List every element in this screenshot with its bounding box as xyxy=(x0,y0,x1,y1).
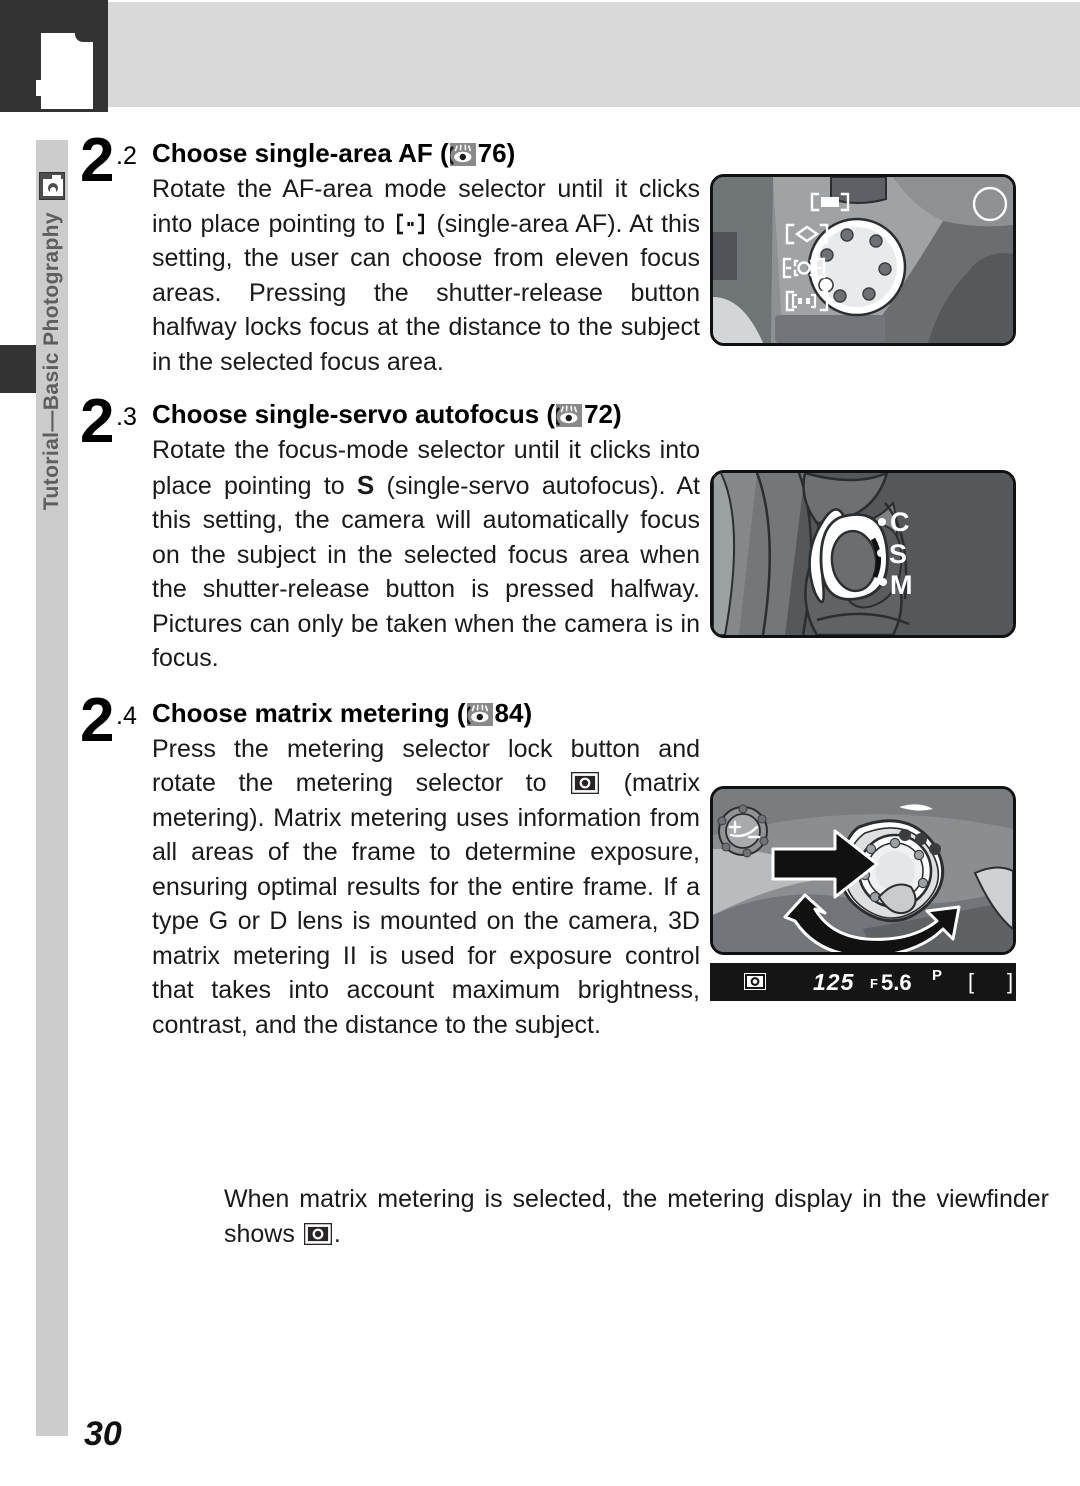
step-title: Choose single-servo autofocus ( 72) xyxy=(152,397,700,431)
eye-reference-icon xyxy=(449,143,476,166)
focus-label-s: S xyxy=(889,539,907,569)
step-title-page: 76 xyxy=(477,138,507,168)
step-title-page: 84 xyxy=(494,697,524,728)
page-corner-glyph-icon xyxy=(36,33,93,109)
content-column: 2 .2 Choose single-area AF (76) Rotate t… xyxy=(80,130,700,1052)
chapter-label: Tutorial—Basic Photography xyxy=(36,212,68,812)
metering-selector-photo xyxy=(710,786,1016,955)
aperture-value: 5.6 xyxy=(881,970,912,995)
header-gray-bar xyxy=(108,2,1080,107)
step-text-part2: (single-servo autofocus). At this settin… xyxy=(152,471,700,673)
frame-count-bracket-right: ] xyxy=(1007,969,1014,994)
focus-label-m: M xyxy=(890,570,913,600)
page-number: 30 xyxy=(84,1415,122,1453)
focus-label-c: C xyxy=(890,507,910,537)
chapter-label-text: Tutorial—Basic Photography xyxy=(40,212,63,511)
step-text-part2: (matrix metering). Matrix metering uses … xyxy=(152,769,701,1039)
camera-icon xyxy=(39,172,65,200)
step-title-suffix: ) xyxy=(613,399,622,429)
frame-count-bracket-left: [ xyxy=(968,969,975,994)
step-text: Rotate the AF-area mode selector until i… xyxy=(152,172,700,379)
step-title-prefix: Choose single-area AF ( xyxy=(152,138,449,168)
step-substep: .4 xyxy=(116,701,137,730)
closing-part1: When matrix metering is selected, the me… xyxy=(224,1185,1049,1248)
step-title-prefix: Choose matrix metering ( xyxy=(152,697,466,728)
header-dark-block xyxy=(0,0,108,112)
af-area-mode-selector-photo xyxy=(710,174,1016,346)
step-title-suffix: ) xyxy=(506,138,516,168)
step-title: Choose single-area AF ( 76) xyxy=(152,136,700,170)
chapter-tab-marker xyxy=(0,345,36,393)
step-title: Choose matrix metering ( 84) xyxy=(152,696,700,730)
eye-reference-icon xyxy=(466,702,493,726)
step-text: Press the metering selector lock button … xyxy=(152,732,700,1043)
focus-mode-s-letter: S xyxy=(356,469,375,500)
closing-part2: . xyxy=(333,1219,341,1248)
exposure-mode-indicator: P xyxy=(932,967,943,984)
step-2-3: 2 .3 Choose single-servo autofocus (72) … xyxy=(80,391,700,676)
step-substep: .3 xyxy=(116,403,137,431)
aperture-prefix: F xyxy=(870,976,878,991)
page-header xyxy=(0,0,1080,112)
viewfinder-display: 125 F 5.6 P [ ] xyxy=(710,963,1016,1001)
shutter-speed-value: 125 xyxy=(813,969,855,995)
step-title-prefix: Choose single-servo autofocus ( xyxy=(152,399,556,429)
step-title-page: 72 xyxy=(584,399,613,429)
matrix-metering-icon xyxy=(571,772,600,794)
step-2-2: 2 .2 Choose single-area AF (76) Rotate t… xyxy=(80,130,700,379)
focus-mode-selector-photo: C S M xyxy=(710,470,1016,638)
matrix-metering-icon xyxy=(303,1222,332,1245)
matrix-metering-icon xyxy=(744,973,766,990)
eye-reference-icon xyxy=(556,404,583,427)
step-text: Rotate the focus-mode selector until it … xyxy=(152,433,700,676)
step-title-suffix: ) xyxy=(523,697,533,728)
step-2-4: 2 .4 Choose matrix metering (84) Press t… xyxy=(80,689,700,1043)
step-substep: .2 xyxy=(116,142,137,170)
single-area-af-bracket-icon xyxy=(395,213,426,235)
closing-paragraph: When matrix metering is selected, the me… xyxy=(224,1182,1049,1251)
